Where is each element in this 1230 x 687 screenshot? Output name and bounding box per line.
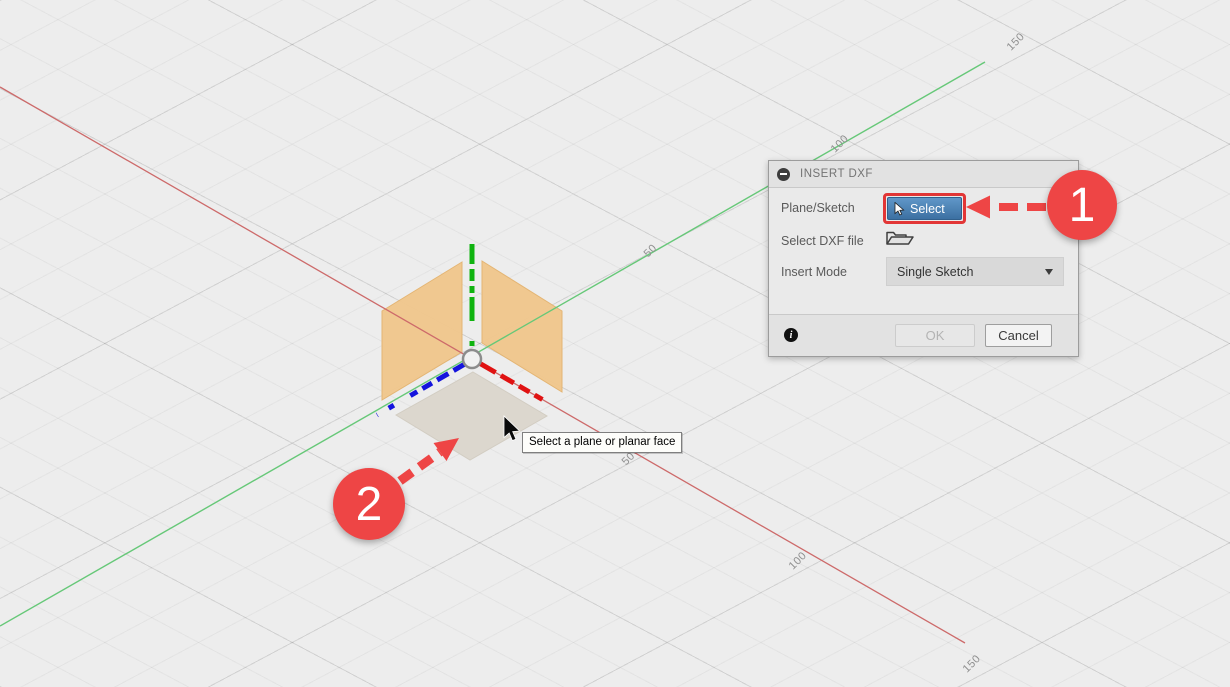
insert-mode-value: Single Sketch <box>897 265 973 279</box>
plane-sketch-label: Plane/Sketch <box>781 201 855 215</box>
insert-mode-dropdown[interactable]: Single Sketch <box>886 257 1064 286</box>
chevron-down-icon <box>1045 269 1053 275</box>
insert-dxf-dialog: INSERT DXF Plane/Sketch Select Select DX… <box>768 160 1079 357</box>
dialog-title: INSERT DXF <box>800 168 873 180</box>
collapse-icon[interactable] <box>777 168 790 181</box>
step-2-badge: 2 <box>333 468 405 540</box>
plane-select-button[interactable]: Select <box>887 197 962 220</box>
origin-marker-icon[interactable] <box>463 350 481 368</box>
select-button-highlight: Select <box>883 193 966 224</box>
info-icon[interactable]: i <box>784 328 798 342</box>
step-1-badge: 1 <box>1047 170 1117 240</box>
dialog-footer: i OK Cancel <box>769 314 1078 356</box>
viewport-canvas[interactable]: 50 100 150 50 100 150 Select a plane or … <box>0 0 1230 687</box>
cancel-button[interactable]: Cancel <box>985 324 1052 347</box>
selection-tooltip: Select a plane or planar face <box>522 432 682 453</box>
plane-select-button-label: Select <box>910 202 945 216</box>
cursor-arrow-icon <box>894 202 905 216</box>
dialog-header: INSERT DXF <box>769 161 1078 188</box>
insert-mode-label: Insert Mode <box>781 265 847 279</box>
ok-button[interactable]: OK <box>895 324 975 347</box>
dxf-file-label: Select DXF file <box>781 234 864 248</box>
origin-plane-left[interactable] <box>382 262 462 400</box>
open-folder-icon[interactable] <box>884 228 915 249</box>
